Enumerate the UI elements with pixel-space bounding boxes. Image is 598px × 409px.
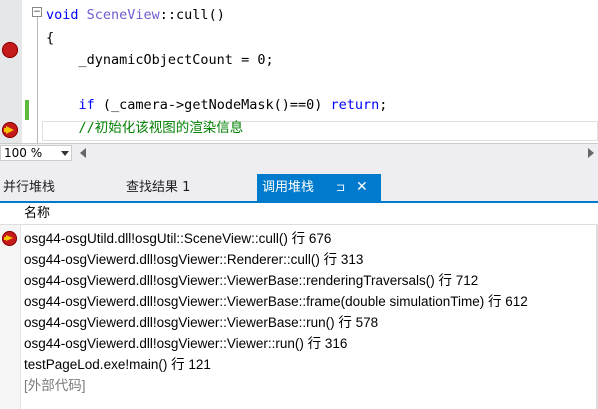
chevron-down-icon[interactable]	[61, 151, 69, 156]
code-token: {	[46, 29, 55, 46]
code-token: _dynamicObjectCount = 0;	[46, 52, 274, 68]
collapse-icon[interactable]: −	[32, 7, 42, 17]
call-stack-frame-text: osg44-osgViewerd.dll!osgViewer::Renderer…	[24, 252, 364, 267]
code-line[interactable]: _dynamicObjectCount = 0;	[46, 49, 404, 72]
call-stack-frame-text: osg44-osgViewerd.dll!osgViewer::ViewerBa…	[24, 273, 479, 288]
code-line[interactable]: if (_camera->getNodeMask()==0) return;	[46, 94, 404, 117]
tab-call-stack-label: 调用堆栈	[262, 180, 315, 195]
close-icon[interactable]: ✕	[356, 174, 368, 201]
call-stack-panel: 名称 osg44-osgUtild.dll!osgUtil::SceneView…	[0, 203, 598, 409]
editor-status-bar: 100 %	[0, 143, 598, 162]
tab-find-results[interactable]: 查找结果 1	[126, 174, 190, 201]
zoom-value: 100 %	[4, 146, 43, 160]
call-stack-frame-text: [外部代码]	[24, 378, 86, 393]
code-editor[interactable]: − void SceneView::cull(){ _dynamicObject…	[0, 0, 598, 143]
call-stack-frame-text: osg44-osgViewerd.dll!osgViewer::ViewerBa…	[24, 294, 528, 309]
code-token: return	[330, 97, 380, 113]
call-stack-frame-text: osg44-osgViewerd.dll!osgViewer::Viewer::…	[24, 336, 348, 351]
code-token: ;	[379, 97, 388, 113]
zoom-dropdown[interactable]: 100 %	[0, 145, 72, 161]
call-stack-row[interactable]: osg44-osgViewerd.dll!osgViewer::ViewerBa…	[0, 312, 598, 333]
tab-parallel-stacks[interactable]: 并行堆栈	[3, 174, 55, 201]
column-header-name: 名称	[24, 206, 51, 221]
call-stack-row[interactable]: osg44-osgViewerd.dll!osgViewer::Renderer…	[0, 249, 598, 270]
call-stack-row[interactable]: osg44-osgUtild.dll!osgUtil::SceneView::c…	[0, 228, 598, 249]
call-stack-row[interactable]: osg44-osgViewerd.dll!osgViewer::ViewerBa…	[0, 270, 598, 291]
scroll-left-icon[interactable]	[80, 148, 86, 158]
code-text[interactable]: void SceneView::cull(){ _dynamicObjectCo…	[46, 4, 404, 143]
scroll-right-icon[interactable]	[588, 148, 594, 158]
pin-icon[interactable]: ⊐	[336, 174, 345, 201]
tool-window-tabs: 并行堆栈 查找结果 1 调用堆栈 ⊐ ✕	[0, 174, 598, 201]
breakpoint-icon[interactable]	[2, 42, 18, 58]
change-marker	[25, 100, 29, 120]
code-line[interactable]: void SceneView::cull()	[46, 4, 404, 27]
code-token: void	[46, 7, 87, 23]
code-line[interactable]: //初始化该视图的渲染信息	[46, 117, 404, 140]
call-stack-row[interactable]: testPageLod.exe!main() 行 121	[0, 354, 598, 375]
call-stack-frame-text: testPageLod.exe!main() 行 121	[24, 357, 211, 372]
code-token: if	[78, 97, 95, 113]
code-line[interactable]: {	[46, 27, 404, 50]
fold-guide-line	[37, 17, 38, 143]
code-line[interactable]	[46, 72, 404, 95]
current-statement-breakpoint-icon[interactable]	[2, 122, 18, 138]
panel-splitter[interactable]	[0, 162, 598, 174]
call-stack-frame-text: osg44-osgViewerd.dll!osgViewer::ViewerBa…	[24, 315, 379, 330]
call-stack-row[interactable]: osg44-osgViewerd.dll!osgViewer::Viewer::…	[0, 333, 598, 354]
current-frame-arrow-icon	[2, 231, 17, 246]
column-header[interactable]: 名称	[0, 203, 598, 225]
call-stack-list: osg44-osgUtild.dll!osgUtil::SceneView::c…	[0, 228, 598, 396]
call-stack-row[interactable]: osg44-osgViewerd.dll!osgViewer::ViewerBa…	[0, 291, 598, 312]
code-token: SceneView	[86, 7, 160, 23]
code-token: ::cull()	[159, 7, 225, 23]
code-token: (_camera->getNodeMask()==0)	[94, 97, 331, 113]
call-stack-frame-text: osg44-osgUtild.dll!osgUtil::SceneView::c…	[24, 231, 332, 246]
code-token: //初始化该视图的渲染信息	[46, 119, 244, 136]
call-stack-row[interactable]: [外部代码]	[0, 375, 598, 396]
